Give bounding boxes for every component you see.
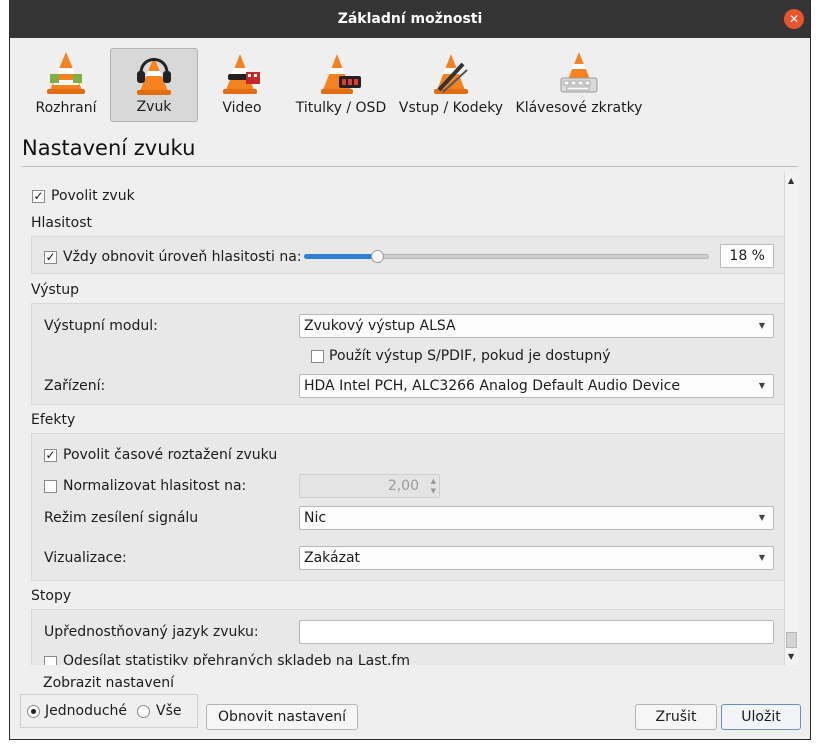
chevron-down-icon: ▼	[758, 321, 765, 330]
lastfm-checkbox[interactable]	[44, 656, 57, 665]
device-value: HDA Intel PCH, ALC3266 Analog Default Au…	[304, 378, 680, 394]
chevron-down-icon: ▼	[758, 381, 765, 390]
all-radio[interactable]	[137, 705, 150, 718]
all-radio-label: Vše	[156, 703, 182, 719]
normalize-spinbox[interactable]: 2,00 ▲ ▼	[299, 474, 440, 498]
output-section-title: Výstup	[31, 282, 80, 298]
visualization-value: Zakázat	[304, 550, 361, 566]
vlc-cone-clock-icon	[321, 54, 361, 94]
volume-slider-fill	[304, 254, 377, 259]
volume-value-box[interactable]: 18 %	[720, 244, 774, 268]
tracks-group: Upřednostňovaný jazyk zvuku: Odesílat st…	[31, 609, 785, 665]
tab-audio[interactable]: Zvuk	[110, 48, 198, 122]
visualization-combo[interactable]: Zakázat ▼	[299, 546, 774, 570]
enable-audio-checkbox[interactable]: ✓	[32, 190, 45, 203]
normalize-checkbox[interactable]	[44, 480, 57, 493]
vlc-cone-icon	[47, 52, 85, 94]
title-bar: Základní možnosti ✕	[10, 0, 810, 38]
device-combo[interactable]: HDA Intel PCH, ALC3266 Analog Default Au…	[299, 374, 774, 398]
enable-audio-label: Povolit zvuk	[51, 188, 135, 204]
chevron-down-icon: ▼	[758, 553, 765, 562]
tab-label: Zvuk	[136, 99, 172, 115]
lastfm-label: Odesílat statistiky přehraných skladeb n…	[63, 653, 410, 665]
output-module-combo[interactable]: Zvukový výstup ALSA ▼	[299, 314, 774, 338]
tab-hotkeys[interactable]: Klávesové zkratky	[514, 48, 644, 122]
title-divider	[22, 166, 798, 167]
vlc-cone-film-icon	[223, 54, 260, 94]
simple-radio[interactable]	[27, 705, 40, 718]
normalize-label: Normalizovat hlasitost na:	[63, 478, 247, 494]
chevron-down-icon: ▼	[758, 513, 765, 522]
scroll-up-icon[interactable]: ▲	[788, 176, 794, 185]
tab-label: Klávesové zkratky	[515, 100, 643, 116]
tab-subtitles-osd[interactable]: Titulky / OSD	[292, 48, 390, 122]
show-settings-group: Jednoduché Vše	[20, 694, 198, 728]
vlc-cone-headphones-icon	[137, 57, 171, 95]
replay-gain-label: Režim zesílení signálu	[44, 510, 199, 526]
tab-label: Rozhraní	[35, 100, 97, 116]
replay-gain-combo[interactable]: Nic ▼	[299, 506, 774, 530]
save-button[interactable]: Uložit	[721, 704, 801, 730]
preferred-lang-input[interactable]	[299, 620, 774, 644]
output-module-value: Zvukový výstup ALSA	[304, 318, 456, 334]
settings-scroll-area: ✓ Povolit zvuk Hlasitost ✓ Vždy obnovit …	[22, 172, 796, 665]
time-stretch-checkbox[interactable]: ✓	[44, 449, 57, 462]
reset-volume-label: Vždy obnovit úroveň hlasitosti na:	[63, 249, 302, 265]
tab-label: Vstup / Kodeky	[398, 100, 504, 116]
show-settings-label: Zobrazit nastavení	[43, 675, 175, 691]
output-module-label: Výstupní modul:	[44, 318, 158, 334]
category-toolbar: Rozhraní Zvuk Video Titulky / OSD Vstup …	[10, 40, 810, 130]
preferences-window: Základní možnosti ✕ Rozhraní Zvuk Video …	[9, 0, 811, 740]
tab-input-codecs[interactable]: Vstup / Kodeky	[396, 48, 506, 122]
normalize-value: 2,00	[387, 478, 419, 494]
volume-section-title: Hlasitost	[31, 215, 93, 231]
replay-gain-value: Nic	[304, 510, 327, 526]
preferred-lang-label: Upřednostňovaný jazyk zvuku:	[44, 624, 259, 640]
vlc-cone-keyboard-icon	[560, 52, 598, 93]
device-label: Zařízení:	[44, 378, 106, 394]
tab-interface[interactable]: Rozhraní	[24, 48, 108, 122]
volume-slider-handle[interactable]	[371, 250, 384, 263]
reset-settings-button[interactable]: Obnovit nastavení	[206, 704, 358, 730]
visualization-label: Vizualizace:	[44, 550, 127, 566]
output-group: Výstupní modul: Zvukový výstup ALSA ▼ Po…	[31, 303, 785, 405]
spdif-label: Použít výstup S/PDIF, pokud je dostupný	[329, 348, 611, 364]
reset-volume-checkbox[interactable]: ✓	[44, 251, 57, 264]
cancel-button[interactable]: Zrušit	[635, 704, 717, 730]
tracks-section-title: Stopy	[31, 588, 72, 604]
effects-section-title: Efekty	[31, 412, 76, 428]
simple-radio-label: Jednoduché	[45, 703, 128, 719]
tab-video[interactable]: Video	[202, 48, 282, 122]
scrollbar-thumb[interactable]	[786, 632, 797, 648]
close-icon[interactable]: ✕	[784, 9, 804, 29]
tab-label: Titulky / OSD	[295, 100, 387, 116]
volume-group: ✓ Vždy obnovit úroveň hlasitosti na: 18 …	[31, 236, 785, 274]
tab-label: Video	[222, 100, 262, 116]
vertical-scrollbar[interactable]: ▲ ▼	[784, 172, 799, 665]
spdif-checkbox[interactable]	[311, 350, 324, 363]
time-stretch-label: Povolit časové roztažení zvuku	[63, 447, 278, 463]
vlc-cone-film-strip-icon	[434, 54, 468, 94]
scroll-down-icon[interactable]: ▼	[788, 652, 794, 661]
effects-group: ✓ Povolit časové roztažení zvuku Normali…	[31, 433, 785, 581]
window-title: Základní možnosti	[337, 11, 483, 27]
page-title: Nastavení zvuku	[22, 136, 196, 160]
spin-arrows-icon[interactable]: ▲ ▼	[431, 476, 436, 496]
